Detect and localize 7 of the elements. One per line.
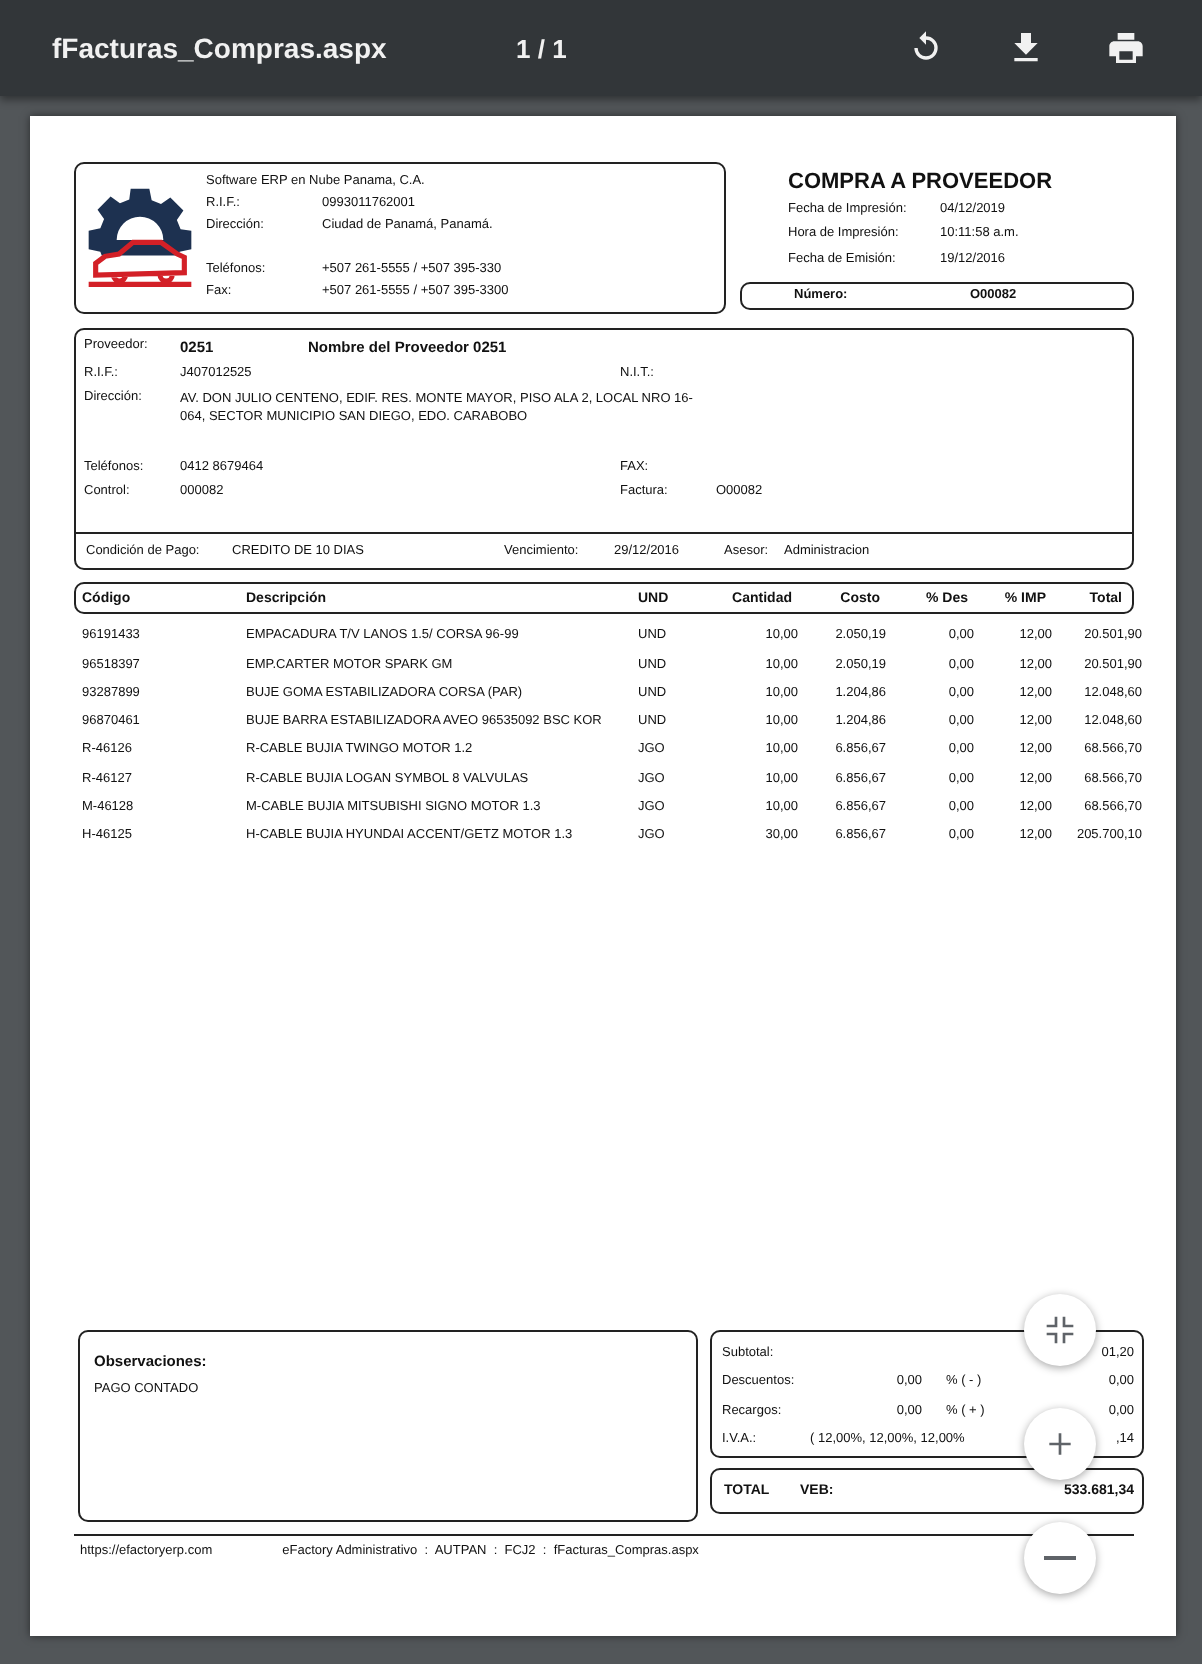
print-icon — [1106, 28, 1146, 68]
page-indicator: 1 / 1 — [516, 33, 569, 63]
collapse-icon — [1044, 1314, 1076, 1346]
minus-icon — [1044, 1556, 1076, 1560]
plus-icon — [1044, 1428, 1076, 1460]
file-name: fFacturas_Compras.aspx — [52, 32, 389, 64]
document-title: COMPRA A PROVEEDOR — [788, 170, 1055, 194]
